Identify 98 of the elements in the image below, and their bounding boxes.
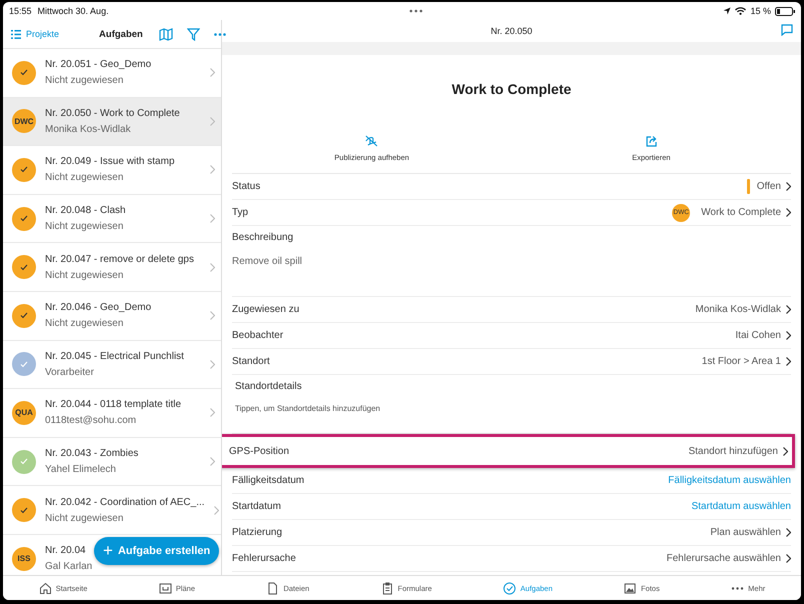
export-icon [644,135,658,147]
task-title: Nr. 20.042 - Coordination of AEC_... [45,496,205,508]
wifi-icon [735,7,746,15]
task-assignee: Nicht zugewiesen [45,172,124,184]
task-assignee: 0118test@sohu.com [45,415,136,426]
placeholder-hint: Tippen, um Standortdetails hinzuzufügen [235,404,380,413]
chevron-right-icon [786,528,791,537]
chevron-right-icon [210,262,215,272]
chevron-right-icon [210,214,215,224]
list-title: Aufgaben [99,28,143,40]
field-label: Platzierung [232,527,282,538]
photo-icon [624,582,637,594]
unpublish-icon [365,135,378,147]
field-label: Fälligkeitsdatum [232,475,304,486]
detail-header-title: Nr. 20.050 [490,26,532,36]
task-title-heading: Work to Complete [450,80,572,99]
chevron-right-icon [210,165,215,174]
chevron-right-icon [786,554,791,563]
type-badge: QUA [12,400,36,425]
field-value[interactable]: Itai Cohen [735,330,781,341]
type-badge: ISS [12,546,36,571]
field-value[interactable]: Plan auswählen [710,527,781,538]
field-value[interactable]: Work to Complete [701,207,781,218]
description-text: Remove oil spill [232,256,302,267]
filter-icon[interactable] [186,28,200,40]
task-assignee: Nicht zugewiesen [45,318,124,330]
task-assignee: Gal Karlan [45,561,92,572]
file-icon [266,582,280,594]
field-value[interactable]: 1st Floor > Area 1 [702,356,781,367]
chevron-right-icon [210,408,215,418]
field-label: Standort [232,356,270,367]
field-label: Startdatum [232,501,281,512]
task-list-item[interactable]: Nr. 20.045 - Electrical Punchlist Vorarbeiter [3,340,221,390]
task-list-item[interactable]: Nr. 20.049 - Issue with stamp Nicht zugewiesen [3,146,221,195]
chevron-right-icon [786,182,791,191]
task-list-item[interactable]: QUA Nr. 20.044 - 0118 template title 0118test@sohu.com [3,389,221,438]
task-title: Nr. 20.043 - Zombies [45,448,138,460]
field-value[interactable]: Standort hinzufügen [688,446,778,456]
field-label: Beobachter [232,330,284,341]
chevron-right-icon [210,311,215,320]
field-value[interactable]: Offen [756,181,781,192]
task-list-item[interactable]: Nr. 20.046 - Geo_Demo Nicht zugewiesen [3,292,221,341]
task-title: Nr. 20.046 - Geo_Demo [45,302,152,314]
chevron-right-icon [786,331,791,340]
field-label: Status [232,181,260,192]
chevron-right-icon [210,68,215,78]
task-title: Nr. 20.051 - Geo_Demo [45,59,152,70]
task-assignee: Nicht zugewiesen [45,221,124,232]
task-title: Nr. 20.044 - 0118 template title [45,399,182,410]
task-title: Nr. 20.047 - remove or delete gps [45,254,194,265]
clipboard-icon [380,582,394,594]
chevron-right-icon [210,457,215,466]
field-label: Standortdetails [235,381,303,392]
status-time: 15:55 [9,6,32,16]
task-list-item[interactable]: Nr. 20.048 - Clash Nicht zugewiesen [3,194,221,244]
task-title: Nr. 20.050 - Work to Complete [45,108,180,119]
field-label: Beschreibung [232,232,294,243]
task-assignee: Nicht zugewiesen [45,512,124,524]
task-title: Nr. 20.048 - Clash [45,205,126,216]
chevron-right-icon [210,116,215,126]
task-title: Nr. 20.049 - Issue with stamp [45,156,175,168]
chevron-right-icon [786,208,791,217]
field-value[interactable]: Monika Kos-Widlak [695,304,781,315]
chevron-right-icon [786,305,791,314]
type-badge: DWC [12,109,36,134]
location-arrow-icon [723,7,732,15]
check-circle-icon [503,582,516,594]
field-label: Zugewiesen zu [232,304,300,315]
task-list-item[interactable]: Nr. 20.043 - Zombies Yahel Elimelech [3,438,221,486]
field-label: Fehlerursache [232,553,296,564]
task-assignee: Nicht zugewiesen [45,75,124,86]
field-value[interactable]: Fehlerursache auswählen [666,553,781,564]
more-icon[interactable] [214,32,226,36]
multitask-dots-icon [409,9,424,13]
task-assignee: Yahel Elimelech [45,464,116,476]
task-list-item[interactable]: Nr. 20.042 - Coordination of AEC_... Nicht zugewiesen [3,486,221,535]
plan-icon [158,582,172,594]
task-list-item[interactable]: DWC Nr. 20.050 - Work to Complete Monika Kos-Widlak [3,98,221,146]
task-assignee: Vorarbeiter [45,366,94,378]
task-list-item[interactable]: Nr. 20.047 - remove or delete gps Nicht zugewiesen [3,243,221,292]
location-details-field[interactable]: Standortdetails Tippen, um Standortdetails hinzuzufügen [232,375,791,434]
field-label: Typ [232,207,248,218]
chevron-right-icon [783,446,788,456]
status-date: Mittwoch 30. Aug. [38,6,109,16]
list-icon [11,30,21,38]
home-icon [38,582,52,594]
field-label: GPS-Position [229,446,290,456]
task-title: Nr. 20.04 [45,545,86,556]
map-icon[interactable] [158,28,173,40]
task-assignee: Nicht zugewiesen [45,270,124,281]
chevron-right-icon [786,357,791,366]
chevron-right-icon [210,360,215,369]
task-title: Nr. 20.045 - Electrical Punchlist [45,350,184,362]
task-assignee: Monika Kos-Widlak [45,124,131,135]
comment-icon[interactable] [781,24,793,36]
battery-percent: 15 % [750,6,771,16]
chevron-right-icon [214,506,219,515]
battery-icon [775,6,795,16]
